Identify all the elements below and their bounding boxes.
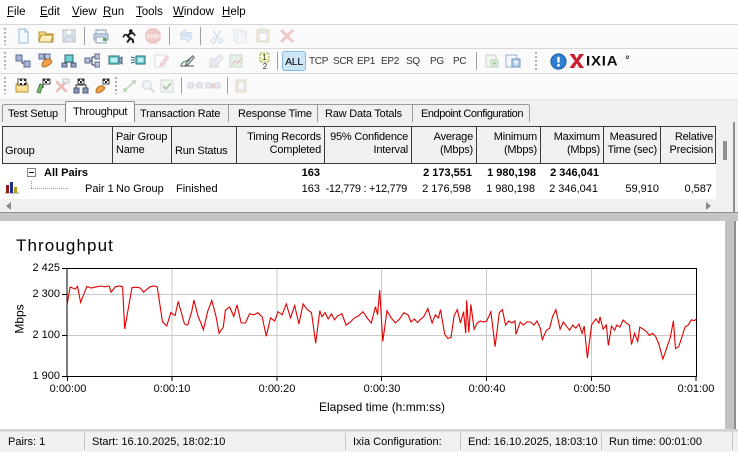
svg-text:STOP: STOP — [146, 35, 160, 41]
svg-text:IXIA: IXIA — [586, 54, 618, 69]
svg-text:1: 1 — [262, 53, 267, 62]
svg-text:2: 2 — [263, 62, 268, 70]
